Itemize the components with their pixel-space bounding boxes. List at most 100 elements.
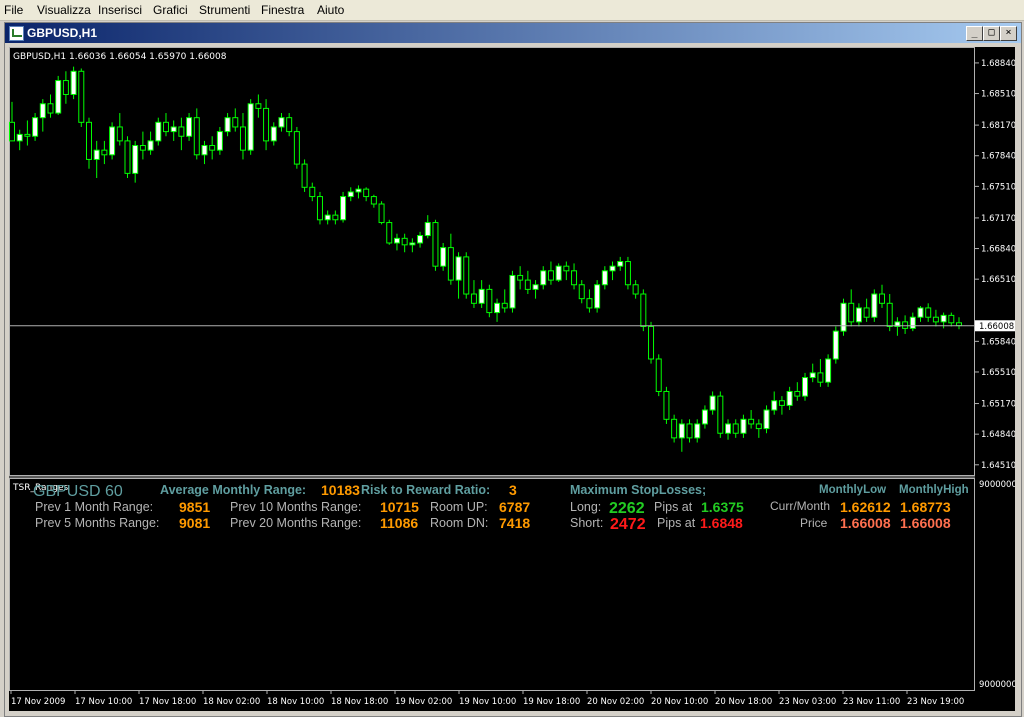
candle-body	[70, 70, 77, 95]
prev5-value: 9081	[179, 515, 210, 531]
candle-body	[486, 288, 493, 314]
curr-month-low: 1.62612	[840, 499, 891, 515]
candle-body	[948, 314, 955, 324]
candle-body	[386, 222, 393, 244]
time-tick-label: 17 Nov 10:00	[75, 697, 132, 707]
candle-body	[902, 321, 909, 329]
candle-body	[617, 261, 624, 267]
candle-body	[232, 117, 239, 128]
short-label: Short:	[570, 516, 603, 530]
time-tick-label: 20 Nov 18:00	[715, 697, 772, 707]
candle-body	[270, 126, 277, 142]
candle-body	[794, 390, 801, 397]
candle-body	[209, 145, 216, 151]
candle-body	[301, 163, 308, 188]
candle-body	[740, 418, 747, 434]
menu-inserisci[interactable]: Inserisci	[98, 3, 142, 17]
candle-body	[32, 117, 39, 137]
candle-body	[917, 307, 924, 318]
short-pips-label: Pips at	[657, 516, 696, 530]
menu-grafici[interactable]: Grafici	[153, 3, 188, 17]
menu-visualizza[interactable]: Visualizza	[37, 3, 91, 17]
prev10-label: Prev 10 Months Range:	[230, 500, 361, 514]
candle-body	[771, 400, 778, 411]
time-tick-label: 23 Nov 19:00	[907, 697, 964, 707]
prev5-label: Prev 5 Months Range:	[35, 516, 159, 530]
sub-axis-top-label: 9000000	[979, 480, 1015, 490]
window-titlebar[interactable]: GBPUSD,H1 _ □ ×	[5, 23, 1021, 43]
candle-body	[517, 274, 524, 281]
price-tick-label: 1.65170	[981, 400, 1015, 410]
close-button[interactable]: ×	[1000, 26, 1017, 41]
candle-body	[671, 418, 678, 439]
candle-body	[501, 302, 508, 309]
candle-body	[455, 256, 462, 281]
candle-body	[85, 121, 92, 160]
candle-body	[663, 390, 670, 420]
price-low: 1.66008	[840, 515, 891, 531]
time-tick-label: 18 Nov 10:00	[267, 697, 324, 707]
candle-body	[316, 196, 323, 221]
max-stoploss-label: Maximum StopLosses;	[570, 483, 706, 497]
menu-strumenti[interactable]: Strumenti	[199, 3, 250, 17]
candle-body	[532, 284, 539, 290]
room-up-value: 6787	[499, 499, 530, 515]
current-price-label: 1.66008	[979, 322, 1014, 332]
price-tick-label: 1.66510	[981, 275, 1015, 285]
time-tick-label: 19 Nov 02:00	[395, 697, 452, 707]
candle-body	[370, 196, 377, 205]
menu-file[interactable]: File	[4, 3, 23, 17]
candle-body	[401, 237, 408, 246]
risk-reward-value: 3	[509, 482, 517, 498]
room-dn-label: Room DN:	[430, 516, 488, 530]
price-tick-label: 1.64840	[981, 430, 1015, 440]
candle-body	[809, 372, 816, 379]
candle-body	[524, 279, 531, 290]
candle-body	[686, 423, 693, 439]
price-tick-label: 1.65510	[981, 368, 1015, 378]
candle-body	[355, 188, 362, 193]
time-tick-label: 19 Nov 10:00	[459, 697, 516, 707]
candle-body	[732, 423, 739, 434]
candle-body	[571, 270, 578, 286]
candle-body	[817, 372, 824, 383]
candle-body	[363, 188, 370, 198]
candle-body	[378, 203, 385, 224]
candle-body	[848, 302, 855, 323]
candle-body	[586, 298, 593, 309]
minimize-button[interactable]: _	[966, 26, 983, 41]
candle-body	[216, 131, 223, 151]
candle-body	[763, 409, 770, 430]
candle-body	[832, 330, 839, 360]
long-pips-label: Pips at	[654, 500, 693, 514]
candle-body	[224, 117, 231, 133]
candle-body	[886, 302, 893, 328]
candle-body	[201, 145, 208, 156]
candle-body	[239, 126, 246, 151]
candle-body	[409, 242, 416, 246]
candle-body	[101, 149, 108, 156]
maximize-button[interactable]: □	[983, 26, 1000, 41]
window-title: GBPUSD,H1	[27, 26, 98, 40]
candle-body	[9, 121, 15, 142]
menu-bar: File Visualizza Inserisci Grafici Strume…	[0, 0, 1024, 21]
candle-body	[840, 302, 847, 332]
candle-body	[648, 326, 655, 360]
candle-body	[563, 265, 570, 272]
prev1-label: Prev 1 Month Range:	[35, 500, 153, 514]
long-price: 1.6375	[701, 499, 744, 515]
candle-body	[717, 395, 724, 434]
long-value: 2262	[609, 500, 645, 517]
candle-body	[62, 80, 69, 95]
candle-body	[540, 270, 547, 286]
candle-body	[879, 293, 886, 304]
menu-aiuto[interactable]: Aiuto	[317, 3, 344, 17]
candle-body	[640, 293, 647, 328]
candle-body	[694, 423, 701, 439]
candle-body	[424, 222, 431, 237]
candle-body	[432, 222, 439, 267]
price-chart[interactable]: GBPUSD,H1 1.66036 1.66054 1.65970 1.6600…	[9, 47, 1015, 711]
menu-finestra[interactable]: Finestra	[261, 3, 304, 17]
candle-body	[155, 121, 162, 142]
time-tick-label: 19 Nov 18:00	[523, 697, 580, 707]
